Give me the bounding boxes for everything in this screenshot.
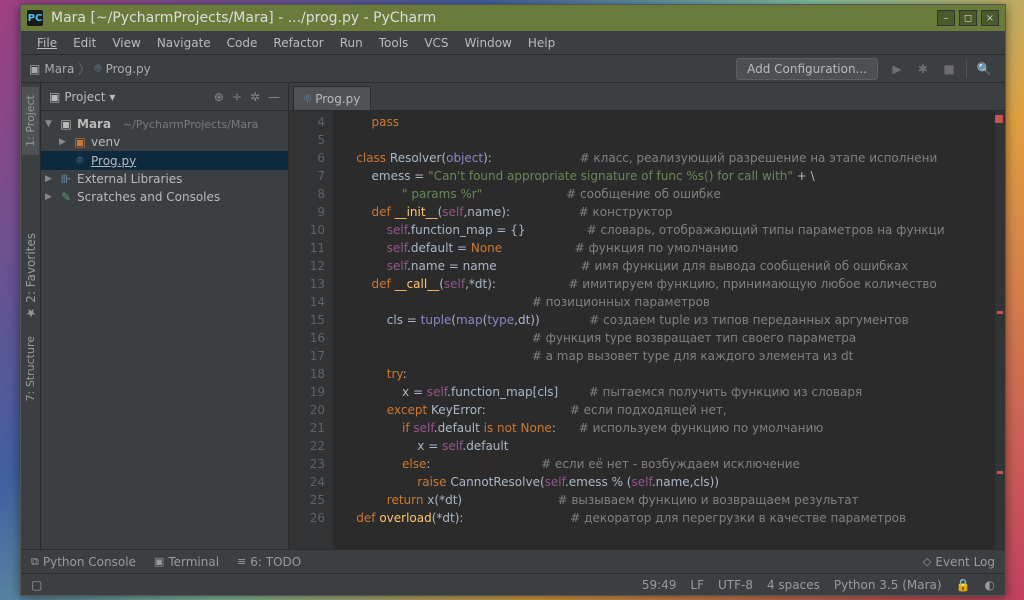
lock-icon[interactable]: 🔒: [956, 578, 971, 592]
locate-icon[interactable]: ⊕: [214, 90, 224, 104]
status-line-sep[interactable]: LF: [690, 578, 704, 592]
app-icon: PC: [27, 10, 43, 26]
menu-run[interactable]: Run: [334, 34, 369, 52]
add-configuration-button[interactable]: Add Configuration...: [736, 58, 878, 80]
chevron-right-icon[interactable]: ▶: [45, 192, 55, 202]
tool-todo[interactable]: ≡ 6: TODO: [237, 555, 301, 569]
menu-window[interactable]: Window: [459, 34, 518, 52]
menu-view[interactable]: View: [106, 34, 146, 52]
breadcrumb-root[interactable]: ▣Mara: [29, 62, 74, 76]
menu-tools[interactable]: Tools: [373, 34, 415, 52]
tool-event-log[interactable]: ◇ Event Log: [923, 555, 995, 569]
menu-refactor[interactable]: Refactor: [267, 34, 329, 52]
tool-windows-icon[interactable]: ▢: [31, 578, 42, 592]
bottom-toolbar: ⧉ Python Console ▣ Terminal ≡ 6: TODO ◇ …: [21, 549, 1005, 573]
project-sidebar: ▣ Project ▾ ⊕ ÷ ✲ — ▼ ▣ Mara ~/PycharmPr…: [41, 83, 289, 549]
collapse-icon[interactable]: ÷: [232, 90, 242, 104]
inspector-icon[interactable]: ◐: [985, 578, 995, 592]
tool-python-console[interactable]: ⧉ Python Console: [31, 555, 136, 569]
chevron-right-icon: 〉: [78, 60, 90, 77]
menu-vcs[interactable]: VCS: [418, 34, 454, 52]
status-cursor-pos[interactable]: 59:49: [642, 578, 677, 592]
settings-icon[interactable]: ✲: [250, 90, 260, 104]
status-indent[interactable]: 4 spaces: [767, 578, 820, 592]
tab-prog[interactable]: ⌾ Prog.py: [293, 86, 371, 110]
breadcrumb-file[interactable]: ⌾Prog.py: [94, 61, 150, 76]
tool-terminal[interactable]: ▣ Terminal: [154, 555, 219, 569]
menubar: File Edit View Navigate Code Refactor Ru…: [21, 31, 1005, 55]
status-encoding[interactable]: UTF-8: [718, 578, 753, 592]
tree-file-prog[interactable]: ⌾ Prog.py: [41, 151, 288, 170]
close-button[interactable]: ×: [981, 10, 999, 26]
folder-icon: ▣: [73, 135, 87, 149]
tool-tab-structure[interactable]: 7: Structure: [22, 328, 39, 409]
tree-venv[interactable]: ▶ ▣ venv: [41, 133, 288, 151]
project-tree[interactable]: ▼ ▣ Mara ~/PycharmProjects/Mara ▶ ▣ venv…: [41, 111, 288, 210]
code-editor[interactable]: 4567891011121314151617181920212223242526…: [289, 111, 1005, 549]
library-icon: ⊪: [59, 172, 73, 186]
code-body[interactable]: pass class Resolver(object): # класс, ре…: [333, 111, 1005, 549]
scratch-icon: ✎: [59, 190, 73, 204]
status-bar: ▢ 59:49 LF UTF-8 4 spaces Python 3.5 (Ma…: [21, 573, 1005, 595]
menu-edit[interactable]: Edit: [67, 34, 102, 52]
editor-tabs: ⌾ Prog.py: [289, 83, 1005, 111]
stop-icon[interactable]: ■: [939, 59, 959, 79]
minimize-button[interactable]: –: [937, 10, 955, 26]
debug-icon[interactable]: ✱: [913, 59, 933, 79]
chevron-right-icon[interactable]: ▶: [59, 137, 69, 147]
python-file-icon: ⌾: [73, 153, 87, 168]
menu-navigate[interactable]: Navigate: [151, 34, 217, 52]
error-mark[interactable]: [997, 471, 1003, 474]
chevron-down-icon[interactable]: ▼: [45, 119, 55, 129]
tool-tab-project[interactable]: 1: Project: [22, 87, 39, 155]
folder-icon: ▣: [59, 117, 73, 131]
tool-tab-favorites[interactable]: ★ 2: Favorites: [22, 225, 40, 328]
error-stripe[interactable]: [995, 111, 1005, 549]
maximize-button[interactable]: ◻: [959, 10, 977, 26]
navigation-toolbar: ▣Mara 〉 ⌾Prog.py Add Configuration... ▶ …: [21, 55, 1005, 83]
window-title: Mara [~/PycharmProjects/Mara] - .../prog…: [51, 10, 937, 26]
error-mark[interactable]: [997, 311, 1003, 314]
breadcrumb: ▣Mara 〉 ⌾Prog.py: [29, 60, 151, 77]
tree-external-libs[interactable]: ▶ ⊪ External Libraries: [41, 170, 288, 188]
hide-icon[interactable]: —: [268, 90, 280, 104]
chevron-right-icon[interactable]: ▶: [45, 174, 55, 184]
menu-file[interactable]: File: [31, 34, 63, 52]
python-file-icon: ⌾: [304, 91, 311, 106]
tree-scratches[interactable]: ▶ ✎ Scratches and Consoles: [41, 188, 288, 206]
status-interpreter[interactable]: Python 3.5 (Mara): [834, 578, 942, 592]
folder-icon: ▣: [29, 62, 40, 76]
run-icon[interactable]: ▶: [887, 59, 907, 79]
tree-root[interactable]: ▼ ▣ Mara ~/PycharmProjects/Mara: [41, 115, 288, 133]
error-indicator-icon[interactable]: [995, 115, 1003, 123]
menu-help[interactable]: Help: [522, 34, 561, 52]
titlebar[interactable]: PC Mara [~/PycharmProjects/Mara] - .../p…: [21, 5, 1005, 31]
left-tool-gutter: 1: Project ★ 2: Favorites 7: Structure: [21, 83, 41, 549]
search-icon[interactable]: 🔍: [974, 59, 994, 79]
line-number-gutter: 4567891011121314151617181920212223242526: [289, 111, 333, 549]
menu-code[interactable]: Code: [221, 34, 264, 52]
python-file-icon: ⌾: [94, 61, 101, 76]
sidebar-title[interactable]: ▣ Project ▾: [49, 90, 115, 104]
